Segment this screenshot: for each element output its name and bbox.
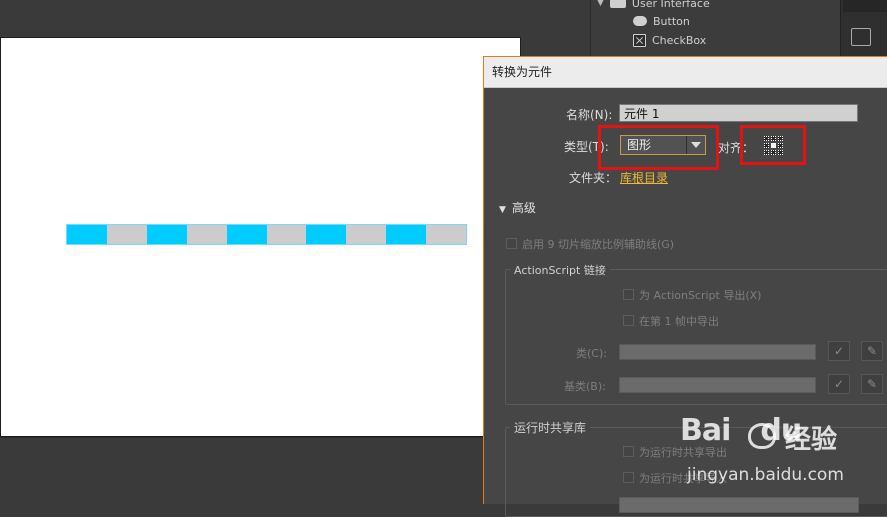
library-item-button[interactable]: Button <box>633 12 690 30</box>
strip-segment <box>106 225 147 244</box>
strip-segment <box>386 225 427 244</box>
nine-slice-checkbox[interactable] <box>506 238 517 249</box>
edit-pencil-icon[interactable]: ✎ <box>861 374 883 394</box>
watermark-brand: Bai du <box>680 413 802 448</box>
folder-icon <box>609 0 626 8</box>
selected-strip-shape[interactable] <box>66 224 467 245</box>
nine-slice-label: 启用 9 切片缩放比例辅助线(G) <box>522 238 675 251</box>
export-frame1-checkbox[interactable] <box>623 315 634 326</box>
collapse-triangle-icon: ▼ <box>499 205 506 215</box>
strip-segment <box>186 225 227 244</box>
library-item-label: Button <box>653 14 690 28</box>
strip-segment <box>266 225 307 244</box>
symbol-name-input[interactable] <box>619 104 858 122</box>
runtime-share-import-checkbox[interactable] <box>623 472 634 483</box>
base-class-label: 基类(B): <box>564 380 606 393</box>
strip-segment <box>426 225 467 244</box>
library-item-label: CheckBox <box>652 33 707 47</box>
watermark-cn: 经验 <box>785 425 838 455</box>
components-icon[interactable] <box>851 28 871 46</box>
paw-logo-icon <box>748 423 776 449</box>
folder-label: 文件夹： <box>569 171 618 185</box>
strip-segment <box>67 225 107 244</box>
validate-check-icon[interactable]: ✓ <box>828 374 850 394</box>
export-actionscript-label: 为 ActionScript 导出(X) <box>639 289 762 302</box>
watermark-url: jingyan.baidu.com <box>687 465 844 485</box>
strip-segment <box>226 225 267 244</box>
runtime-share-export-checkbox[interactable] <box>623 446 634 457</box>
dialog-title[interactable]: 转换为元件 <box>484 57 887 88</box>
base-class-input[interactable] <box>619 377 816 393</box>
validate-check-icon[interactable]: ✓ <box>828 341 850 361</box>
runtime-share-legend: 运行时共享库 <box>510 419 591 436</box>
panel-tab[interactable] <box>843 0 887 12</box>
library-group-label: User Interface <box>631 0 710 10</box>
pasteboard <box>0 437 483 505</box>
actionscript-legend: ActionScript 链接 <box>510 262 610 278</box>
highlight-box-type <box>598 125 719 170</box>
advanced-toggle[interactable]: ▼ 高级 <box>499 199 536 216</box>
edit-pencil-icon[interactable]: ✎ <box>861 341 883 361</box>
class-label: 类(C): <box>576 347 607 360</box>
export-frame1-label: 在第 1 帧中导出 <box>639 315 719 328</box>
checkbox-symbol-icon <box>633 33 646 47</box>
library-panel: ▼ User Interface Button CheckBox <box>590 0 841 58</box>
library-group-row[interactable]: ▼ User Interface <box>597 0 710 12</box>
library-item-checkbox[interactable]: CheckBox <box>633 31 706 49</box>
export-actionscript-checkbox[interactable] <box>623 289 634 300</box>
class-input[interactable] <box>619 344 816 360</box>
baidu-watermark: Bai du 经验 jingyan.baidu.com <box>675 405 887 504</box>
side-tool-strip <box>840 0 887 58</box>
strip-segment <box>346 225 387 244</box>
advanced-label: 高级 <box>511 201 536 215</box>
library-root-link[interactable]: 库根目录 <box>620 169 668 186</box>
expand-triangle-icon[interactable]: ▼ <box>597 0 604 8</box>
highlight-box-align <box>740 125 806 165</box>
button-symbol-icon <box>633 16 647 26</box>
name-label: 名称(N): <box>566 108 613 122</box>
strip-segment <box>146 225 187 244</box>
strip-segment <box>306 225 347 244</box>
